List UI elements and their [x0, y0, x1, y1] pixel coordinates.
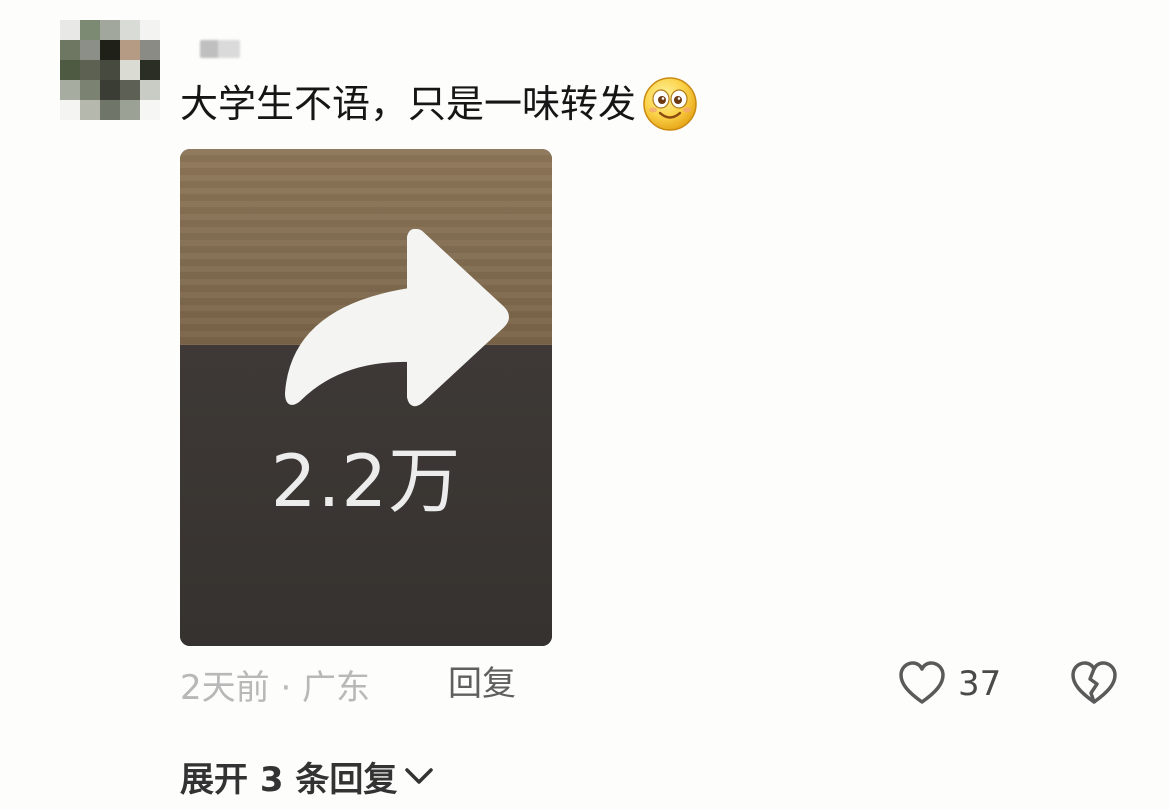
broken-heart-icon[interactable]	[1070, 660, 1118, 706]
time-location: 2天前 · 广东	[180, 667, 371, 708]
username-blurred[interactable]	[200, 40, 240, 58]
reply-button[interactable]: 回复	[448, 660, 516, 708]
like-count: 37	[958, 664, 1002, 704]
attached-image[interactable]: 2.2万	[180, 149, 552, 646]
chevron-down-icon	[405, 768, 434, 784]
comment-text: 大学生不语，只是一味转发	[180, 82, 637, 126]
comment-card: 大学生不语，只是一味转发 2.2万 2天前 · 广东 回复 37 展开 3 条回…	[0, 0, 1170, 809]
heart-icon[interactable]	[898, 660, 946, 706]
expand-replies-button[interactable]: 展开 3 条回复	[180, 752, 435, 800]
expand-replies-label: 展开 3 条回复	[180, 759, 398, 800]
comment-meta: 2天前 · 广东	[180, 660, 370, 708]
comment-text-row: 大学生不语，只是一味转发	[180, 76, 698, 132]
avatar[interactable]	[60, 20, 160, 120]
share-arrow-icon	[285, 229, 509, 407]
smiling-face-emoji-icon	[643, 77, 697, 131]
share-count: 2.2万	[270, 439, 462, 523]
